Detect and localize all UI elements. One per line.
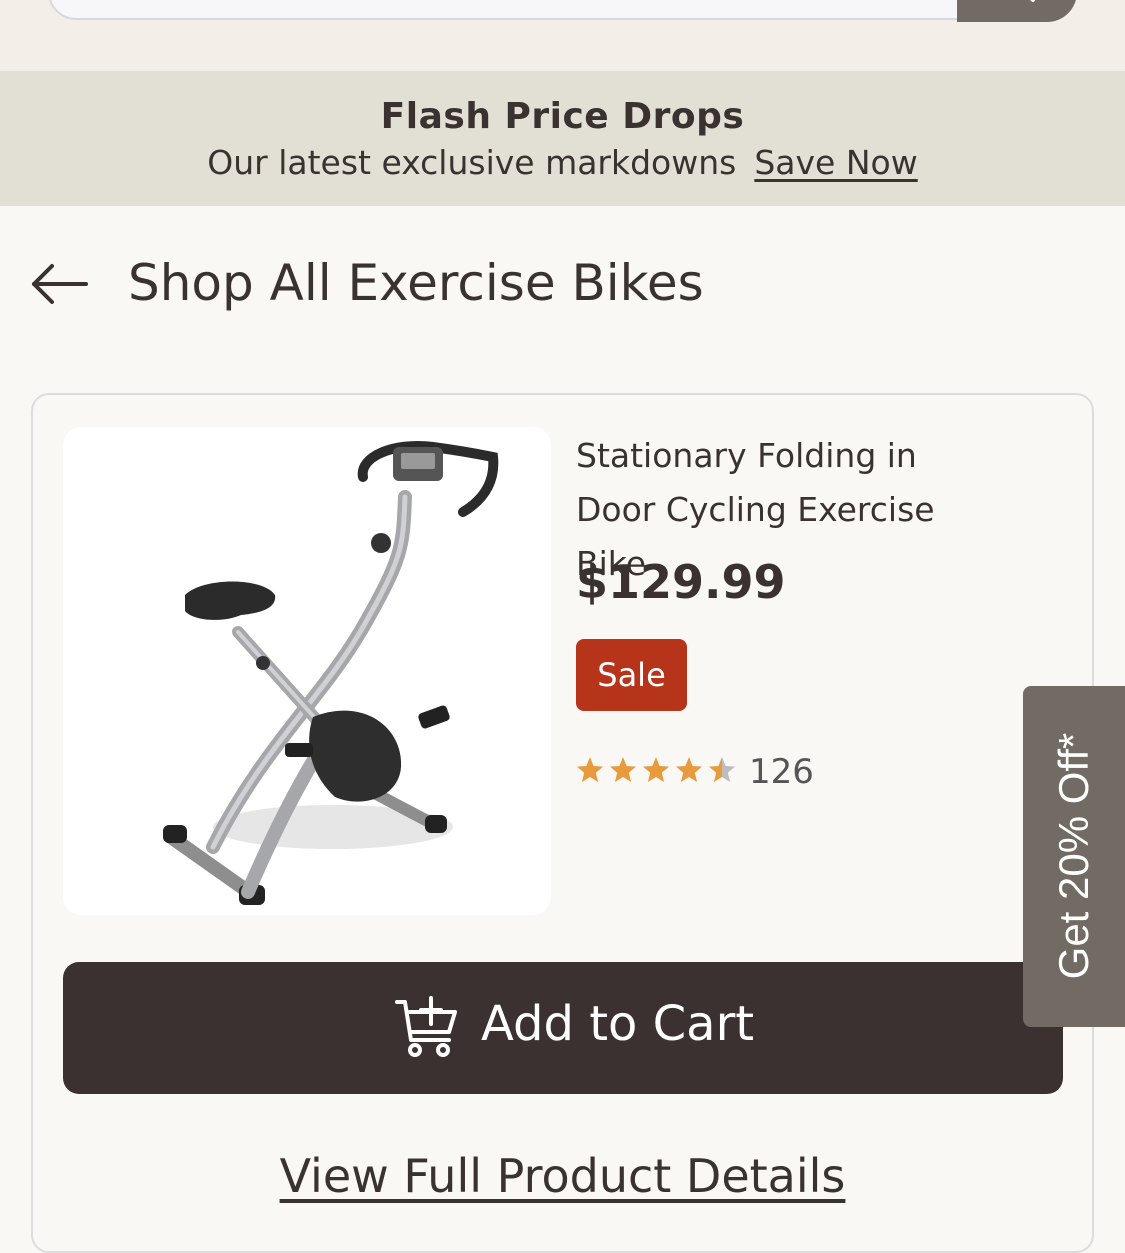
exercise-bike-image xyxy=(163,441,499,905)
back-link-label: Shop All Exercise Bikes xyxy=(128,254,704,312)
promo-subtitle: Our latest exclusive markdowns xyxy=(207,143,737,182)
back-to-category-link[interactable]: Shop All Exercise Bikes xyxy=(30,250,730,320)
cart-plus-icon xyxy=(395,996,457,1057)
promo-subtitle-line: Our latest exclusive markdowns Save Now xyxy=(0,143,1125,182)
discount-side-tab[interactable]: Get 20% Off* xyxy=(1023,686,1125,1027)
arrow-left-icon xyxy=(32,264,88,304)
product-price: $129.99 xyxy=(576,555,786,609)
save-now-link[interactable]: Save Now xyxy=(754,143,917,182)
star-icon xyxy=(577,757,603,782)
promo-title: Flash Price Drops xyxy=(380,96,745,137)
search-icon xyxy=(1030,0,1035,2)
star-icon xyxy=(643,757,669,782)
star-rating-icon xyxy=(577,757,735,782)
product-rating[interactable]: 126 xyxy=(576,752,876,792)
add-to-cart-label: Add to Cart xyxy=(481,996,755,1052)
search-bar xyxy=(0,0,1125,71)
view-details-link[interactable]: View Full Product Details xyxy=(33,1149,1092,1203)
search-button[interactable] xyxy=(957,0,1077,22)
add-to-cart-button[interactable]: Add to Cart xyxy=(63,962,1063,1094)
product-card: Stationary Folding in Door Cycling Exerc… xyxy=(31,393,1094,1253)
search-input[interactable] xyxy=(48,0,958,20)
half-star-icon xyxy=(709,757,735,782)
sale-badge: Sale xyxy=(576,639,687,711)
product-image[interactable] xyxy=(63,427,551,915)
star-icon xyxy=(610,757,636,782)
promo-banner: Flash Price Drops Our latest exclusive m… xyxy=(0,71,1125,206)
discount-tab-label: Get 20% Off* xyxy=(1050,732,1097,980)
review-count: 126 xyxy=(749,752,814,792)
star-icon xyxy=(676,757,702,782)
